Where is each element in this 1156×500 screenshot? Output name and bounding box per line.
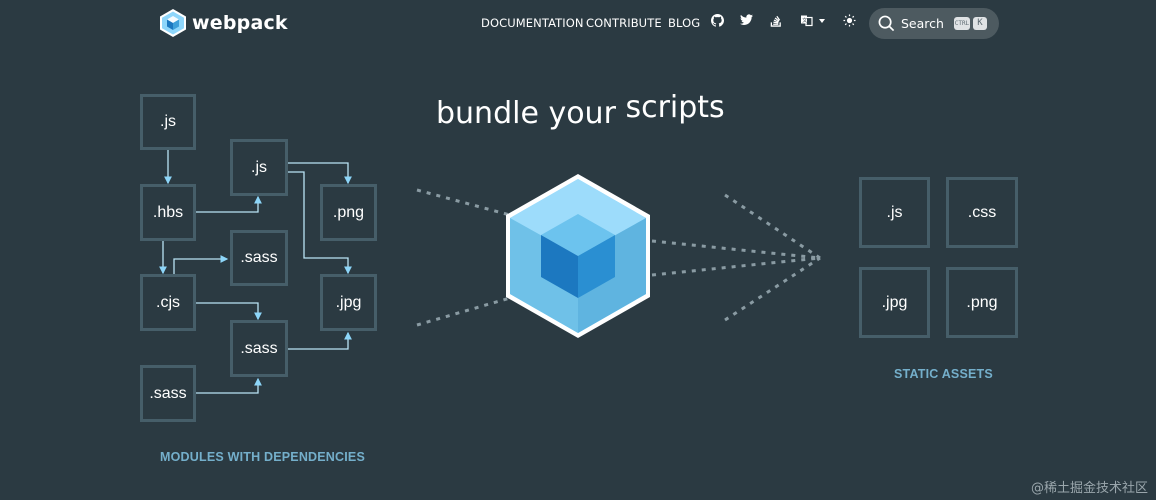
webpack-cube-icon (506, 174, 650, 338)
assets-caption: STATIC ASSETS (894, 367, 993, 381)
module-sass-bottom: .sass (140, 365, 196, 422)
headline-bundle-your: bundle your (436, 96, 616, 131)
module-js-mid: .js (230, 139, 288, 196)
hero-diagram: bundle your scripts .js .hbs .cjs .sass … (0, 0, 1156, 500)
asset-js: .js (859, 177, 930, 248)
watermark: @稀土掘金技术社区 (1030, 481, 1148, 496)
module-sass-lower: .sass (230, 320, 288, 377)
module-sass-upper: .sass (230, 230, 288, 286)
module-hbs: .hbs (140, 184, 196, 241)
module-js-top: .js (140, 94, 196, 150)
hero-headline: bundle your scripts (436, 90, 725, 131)
asset-png: .png (946, 267, 1018, 338)
headline-scripts: scripts (625, 90, 725, 125)
asset-css: .css (946, 177, 1018, 248)
module-jpg: .jpg (320, 274, 377, 331)
asset-jpg: .jpg (859, 267, 930, 338)
module-png: .png (320, 184, 377, 241)
module-cjs: .cjs (140, 274, 196, 331)
modules-caption: MODULES WITH DEPENDENCIES (160, 450, 366, 464)
